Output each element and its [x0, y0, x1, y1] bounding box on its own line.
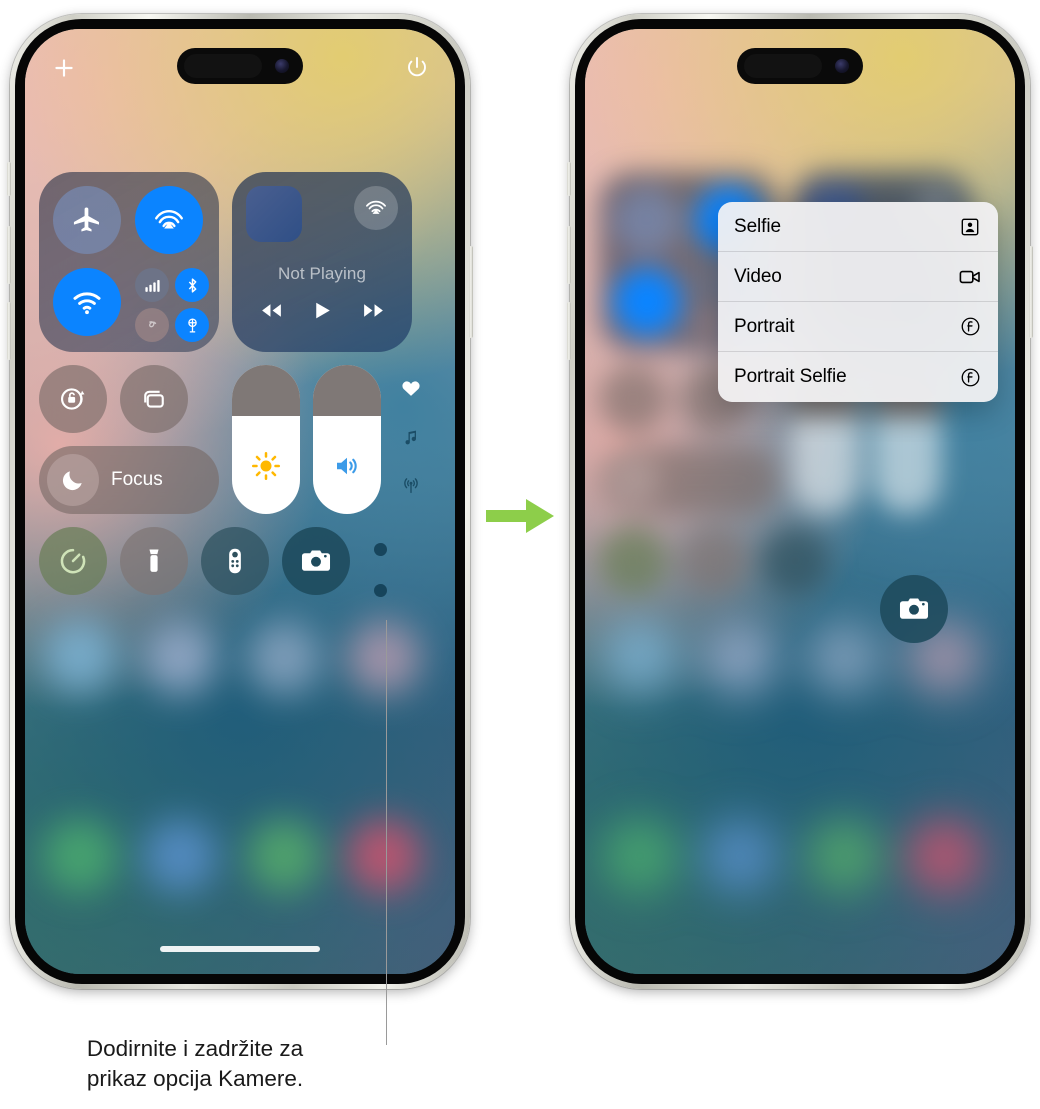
airdrop-small-toggle[interactable] — [135, 308, 169, 342]
screen-mirroring-icon[interactable] — [120, 365, 188, 433]
volume-speaker-icon — [313, 451, 381, 488]
now-playing-widget[interactable]: Not Playing — [232, 172, 412, 352]
wifi-toggle[interactable] — [53, 268, 121, 336]
play-icon[interactable] — [310, 298, 335, 328]
control-center-row-2: Focus — [39, 365, 441, 514]
caption-line-1: Dodirnite i zadržite za — [86, 1036, 304, 1061]
context-menu-item-portrait[interactable]: Portrait — [718, 302, 998, 352]
island-cutout — [744, 54, 822, 78]
media-transport-controls — [232, 298, 412, 328]
focus-label: Focus — [111, 469, 163, 490]
caption-line-2: prikaz opcija Kamere. — [86, 1065, 304, 1091]
home-indicator[interactable] — [160, 946, 320, 952]
brightness-slider[interactable] — [232, 365, 300, 514]
heart-icon[interactable] — [400, 377, 422, 404]
callout-leader-line — [386, 620, 388, 1045]
page-indicator-dots — [363, 527, 397, 597]
camera-icon[interactable] — [282, 527, 350, 595]
brightness-track-unfilled — [232, 365, 300, 416]
volume-down-button[interactable] — [567, 302, 571, 360]
cellular-data-toggle[interactable] — [135, 268, 169, 302]
volume-down-button[interactable] — [7, 302, 11, 360]
video-camera-icon — [957, 264, 983, 290]
connectivity-group — [39, 172, 219, 352]
page-dot[interactable] — [373, 584, 387, 597]
broadcast-icon[interactable] — [400, 475, 422, 502]
side-power-button[interactable] — [1029, 246, 1033, 338]
control-center: Not Playing Focus — [39, 172, 441, 597]
side-rail-icons — [394, 365, 428, 514]
context-menu-label: Portrait — [734, 315, 795, 337]
toggles-stack: Focus — [39, 365, 219, 514]
volume-up-button[interactable] — [567, 226, 571, 284]
dynamic-island — [737, 48, 863, 84]
phone-screen-right: Selfie Video Portrait Portrait Selfie — [585, 29, 1015, 974]
airdrop-toggle[interactable] — [135, 186, 203, 254]
volume-slider[interactable] — [313, 365, 381, 514]
phone-left: Not Playing Focus — [7, 14, 473, 989]
tutorial-figure: Not Playing Focus Selfie Video Portrait … — [0, 0, 1040, 1109]
album-art-placeholder — [246, 186, 302, 242]
personal-hotspot-toggle[interactable] — [175, 308, 209, 342]
focus-toggle[interactable]: Focus — [39, 446, 219, 514]
context-menu-item-portrait-selfie[interactable]: Portrait Selfie — [718, 352, 998, 402]
action-button[interactable] — [567, 162, 571, 196]
dynamic-island — [177, 48, 303, 84]
plus-icon[interactable] — [51, 55, 77, 81]
volume-up-button[interactable] — [7, 226, 11, 284]
phone-screen-left: Not Playing Focus — [25, 29, 455, 974]
airplay-audio-icon[interactable] — [354, 186, 398, 230]
page-dot[interactable] — [373, 543, 387, 556]
selfie-person-icon — [957, 214, 983, 240]
toggles-row — [39, 365, 219, 433]
right-arrow-icon — [486, 494, 556, 543]
flashlight-icon[interactable] — [120, 527, 188, 595]
side-power-button[interactable] — [469, 246, 473, 338]
action-button[interactable] — [7, 162, 11, 196]
control-center-row-1: Not Playing — [39, 172, 441, 352]
context-menu-label: Portrait Selfie — [734, 366, 847, 387]
caption: Dodirnite i zadržite za prikaz opcija Ka… — [0, 1034, 390, 1094]
power-icon[interactable] — [405, 55, 429, 79]
fast-forward-icon[interactable] — [361, 298, 386, 328]
now-playing-status: Not Playing — [277, 264, 367, 283]
dimmed-control-center — [585, 29, 1015, 974]
timer-icon[interactable] — [39, 527, 107, 595]
camera-icon[interactable] — [880, 575, 948, 643]
control-center-row-3 — [39, 527, 441, 597]
bluetooth-toggle[interactable] — [175, 268, 209, 302]
context-menu-item-selfie[interactable]: Selfie — [718, 202, 998, 252]
rewind-icon[interactable] — [259, 298, 284, 328]
music-note-icon[interactable] — [401, 427, 421, 452]
portrait-f-icon — [957, 314, 983, 340]
brightness-sun-icon — [232, 451, 300, 488]
camera-options-context-menu: Selfie Video Portrait Portrait Selfie — [718, 202, 998, 402]
rotation-lock-icon[interactable] — [39, 365, 107, 433]
phone-right: Selfie Video Portrait Portrait Selfie — [567, 14, 1033, 989]
context-menu-label: Video — [734, 265, 782, 287]
context-menu-item-video[interactable]: Video — [718, 252, 998, 302]
apple-tv-remote-icon[interactable] — [201, 527, 269, 595]
moon-icon — [47, 454, 99, 506]
airplane-mode-toggle[interactable] — [53, 186, 121, 254]
front-camera-lens — [835, 59, 849, 73]
context-menu-label: Selfie — [734, 215, 781, 237]
front-camera-lens — [275, 59, 289, 73]
portrait-selfie-f-icon — [957, 364, 983, 390]
island-cutout — [184, 54, 262, 78]
volume-track-unfilled — [313, 365, 381, 416]
